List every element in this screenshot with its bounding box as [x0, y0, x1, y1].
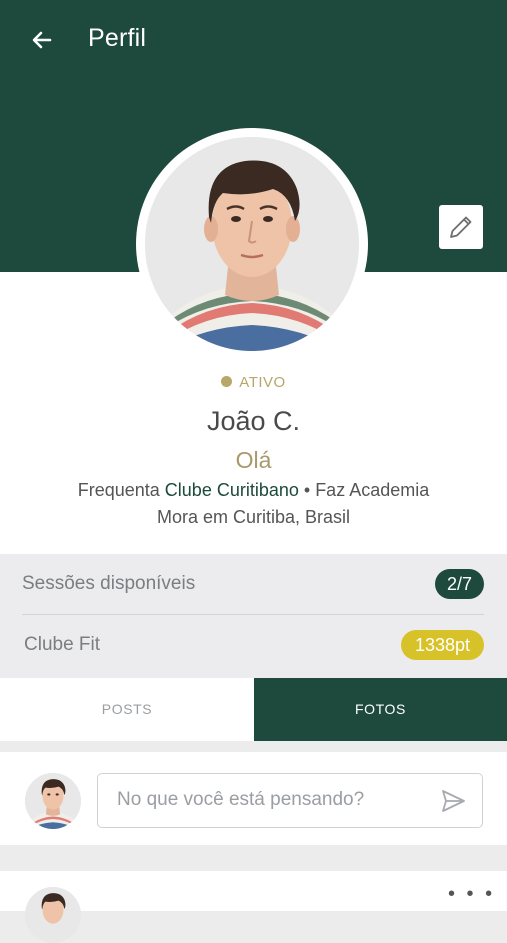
avatar: [25, 773, 81, 829]
avatar: [25, 887, 81, 943]
profile-name: João C.: [206, 406, 301, 436]
frequents-prefix: Frequenta: [77, 480, 165, 500]
stat-label: Clube Fit: [24, 634, 101, 655]
stat-label: Sessões disponíveis: [22, 573, 196, 594]
profile-greeting: Olá: [235, 447, 272, 473]
more-options-icon[interactable]: • • •: [448, 884, 495, 904]
profile-avatar-frame: [136, 128, 368, 360]
post-input[interactable]: No que você está pensando?: [97, 773, 483, 828]
stat-row-sessions: Sessões disponíveis 2/7: [22, 554, 484, 615]
profile-location: Mora em Curitiba, Brasil: [156, 507, 351, 527]
tab-posts[interactable]: POSTS: [0, 678, 254, 741]
points-badge: 1338pt: [400, 630, 484, 660]
status-badge: ATIVO: [0, 374, 507, 391]
status-dot-icon: [221, 375, 233, 387]
stats-panel: Sessões disponíveis 2/7 Clube Fit 1338pt: [0, 554, 507, 678]
post-input-placeholder: No que você está pensando?: [117, 789, 365, 810]
info-separator: •: [298, 480, 316, 500]
page-title: Perfil: [88, 24, 147, 52]
stat-row-clube-fit: Clube Fit 1338pt: [22, 615, 484, 675]
send-icon[interactable]: [440, 788, 466, 814]
profile-club-info: Frequenta Clube Curitibano • Faz Academi…: [0, 480, 507, 501]
compose-post-card: No que você está pensando?: [0, 752, 507, 845]
tab-fotos[interactable]: FOTOS: [254, 678, 507, 741]
sessions-badge: 2/7: [434, 569, 484, 599]
pencil-icon: [450, 216, 472, 238]
profile-activity: Faz Academia: [315, 480, 430, 500]
arrow-left-icon[interactable]: [28, 26, 56, 54]
profile-tabs: POSTS FOTOS: [0, 678, 507, 741]
avatar[interactable]: [145, 137, 359, 351]
status-text: ATIVO: [239, 374, 286, 391]
club-link[interactable]: Clube Curitibano: [165, 480, 299, 500]
post-card: • • •: [0, 871, 507, 943]
edit-profile-button[interactable]: [439, 205, 483, 249]
